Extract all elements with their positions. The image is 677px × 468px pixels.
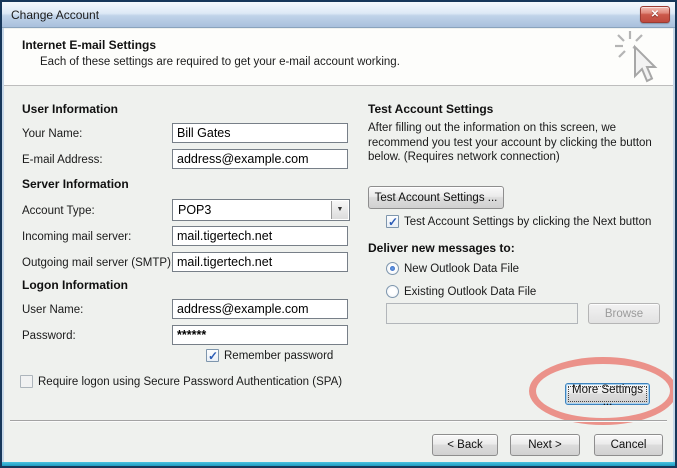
footer-divider — [10, 420, 667, 421]
test-account-settings-button[interactable]: Test Account Settings ... — [368, 186, 504, 209]
checkbox-checked-icon[interactable] — [386, 215, 399, 228]
your-name-field[interactable] — [172, 123, 348, 143]
radio-unselected-icon[interactable] — [386, 285, 399, 298]
password-field[interactable] — [172, 325, 348, 345]
test-on-next-checkbox[interactable]: Test Account Settings by clicking the Ne… — [386, 215, 651, 228]
user-name-field[interactable] — [172, 299, 348, 319]
test-on-next-label: Test Account Settings by clicking the Ne… — [404, 216, 651, 228]
checkbox-unchecked-icon[interactable] — [20, 375, 33, 388]
cancel-button[interactable]: Cancel — [594, 434, 663, 456]
section-user-information: User Information — [22, 102, 118, 116]
checkbox-checked-icon[interactable] — [206, 349, 219, 362]
radio-new-data-file[interactable]: New Outlook Data File — [386, 262, 519, 275]
window-edge-left — [2, 28, 4, 463]
title-bar[interactable]: Change Account ✕ — [2, 2, 675, 28]
change-account-dialog: Change Account ✕ Internet E-mail Setting… — [0, 0, 677, 468]
new-data-file-label: New Outlook Data File — [404, 263, 519, 275]
radio-selected-icon[interactable] — [386, 262, 399, 275]
email-address-label: E-mail Address: — [22, 154, 103, 166]
window-title: Change Account — [11, 8, 99, 22]
spa-label: Require logon using Secure Password Auth… — [38, 376, 342, 388]
section-deliver-new-messages: Deliver new messages to: — [368, 241, 515, 255]
password-label: Password: — [22, 330, 76, 342]
window-edge-right — [673, 28, 675, 463]
outgoing-server-field[interactable] — [172, 252, 348, 272]
your-name-label: Your Name: — [22, 128, 82, 140]
existing-data-file-label: Existing Outlook Data File — [404, 286, 536, 298]
wizard-header: Internet E-mail Settings Each of these s… — [2, 29, 675, 86]
back-button[interactable]: < Back — [432, 434, 498, 456]
window-edge-bottom — [2, 462, 675, 466]
page-subtitle: Each of these settings are required to g… — [40, 56, 400, 68]
section-server-information: Server Information — [22, 177, 129, 191]
chevron-down-icon[interactable]: ▼ — [331, 201, 348, 219]
spa-checkbox[interactable]: Require logon using Secure Password Auth… — [20, 375, 342, 388]
remember-password-checkbox[interactable]: Remember password — [206, 349, 333, 362]
remember-password-label: Remember password — [224, 350, 333, 362]
next-button[interactable]: Next > — [510, 434, 580, 456]
browse-button: Browse — [588, 303, 660, 324]
account-type-value: POP3 — [178, 203, 211, 217]
account-type-label: Account Type: — [22, 205, 95, 217]
account-type-dropdown[interactable]: POP3 ▼ — [172, 199, 350, 221]
page-title: Internet E-mail Settings — [22, 38, 156, 52]
section-logon-information: Logon Information — [22, 278, 128, 292]
close-icon[interactable]: ✕ — [640, 6, 670, 23]
incoming-server-label: Incoming mail server: — [22, 231, 131, 243]
outgoing-server-label: Outgoing mail server (SMTP): — [22, 257, 174, 269]
more-settings-button[interactable]: More Settings ... — [565, 383, 650, 405]
data-file-path-field — [386, 303, 578, 324]
test-settings-description: After filling out the information on thi… — [368, 121, 664, 165]
cursor-sparkle-icon — [613, 29, 665, 85]
user-name-label: User Name: — [22, 304, 83, 316]
section-test-account-settings: Test Account Settings — [368, 102, 493, 116]
radio-existing-data-file[interactable]: Existing Outlook Data File — [386, 285, 536, 298]
email-address-field[interactable] — [172, 149, 348, 169]
incoming-server-field[interactable] — [172, 226, 348, 246]
